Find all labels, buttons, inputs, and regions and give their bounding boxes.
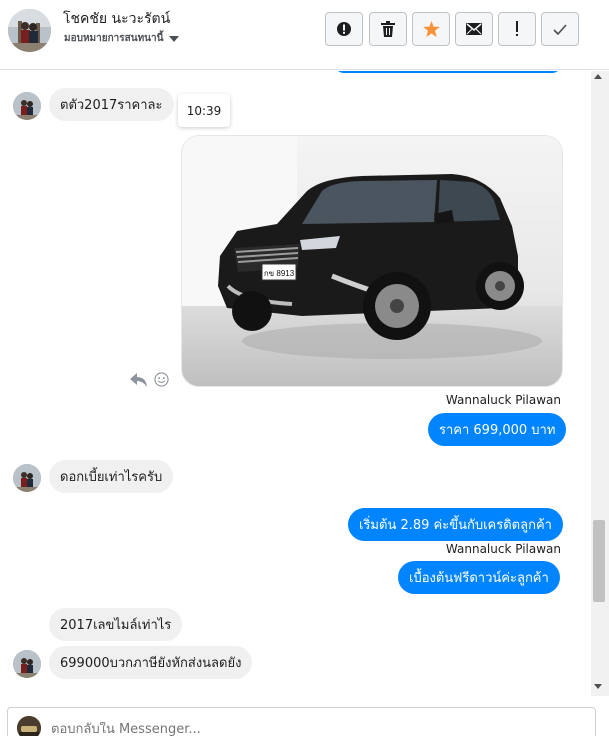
outgoing-message[interactable]: เบื้องต้นฟรีดาวน์ค่ะลูกค้า xyxy=(398,561,560,594)
conversation-header: โชคชัย นะวะรัตน์ มอบหมายการสนทนานี้ xyxy=(0,0,609,70)
contact-name[interactable]: โชคชัย นะวะรัตน์ xyxy=(63,8,170,30)
previous-outgoing-message[interactable] xyxy=(334,71,562,73)
page-avatar xyxy=(17,716,41,736)
messenger-inbox: โชคชัย นะวะรัตน์ มอบหมายการสนทนานี้ ตตัว… xyxy=(0,0,609,736)
mail-button[interactable] xyxy=(455,12,493,46)
exclamation-icon xyxy=(516,21,518,36)
reply-composer[interactable] xyxy=(7,707,596,736)
incoming-message[interactable]: 2017เลขไมล์เท่าไร xyxy=(49,608,183,641)
star-button[interactable] xyxy=(412,12,450,46)
sender-name: Wannaluck Pilawan xyxy=(445,393,561,407)
contact-avatar-small xyxy=(13,464,41,492)
done-button[interactable] xyxy=(541,12,579,46)
caret-down-icon xyxy=(169,35,180,42)
contact-avatar-small xyxy=(13,92,41,120)
assign-conversation-dropdown[interactable]: มอบหมายการสนทนานี้ xyxy=(64,31,180,46)
delete-button[interactable] xyxy=(369,12,407,46)
star-icon xyxy=(422,21,440,37)
sender-name: Wannaluck Pilawan xyxy=(445,542,561,556)
incoming-message[interactable]: ตตัว2017ราคาละ xyxy=(49,88,174,121)
alert-circle-icon xyxy=(337,22,351,36)
reply-icon[interactable] xyxy=(130,372,148,387)
license-plate: กข 8913 xyxy=(264,269,295,278)
outgoing-message[interactable]: ราคา 699,000 บาท xyxy=(428,413,567,446)
car-photo-attachment[interactable]: กข 8913 xyxy=(181,135,563,387)
check-icon xyxy=(553,23,567,35)
reply-input[interactable] xyxy=(51,722,551,736)
incoming-message[interactable]: 699000บวกภาษียังหักส่งนลดยัง xyxy=(49,646,253,679)
spam-button[interactable] xyxy=(325,12,363,46)
assign-label: มอบหมายการสนทนานี้ xyxy=(64,33,164,44)
contact-avatar[interactable] xyxy=(8,9,51,52)
emoji-reaction-icon[interactable] xyxy=(154,372,169,387)
message-actions xyxy=(130,372,169,387)
incoming-message[interactable]: ดอกเบี้ยเท่าไรครับ xyxy=(49,460,174,493)
scroll-down-arrow-icon[interactable] xyxy=(594,684,602,689)
trash-icon xyxy=(381,21,395,37)
contact-avatar-small xyxy=(13,650,41,678)
time-tooltip: 10:39 xyxy=(178,94,230,127)
envelope-icon xyxy=(466,23,482,35)
important-button[interactable] xyxy=(498,12,536,46)
scroll-up-arrow-icon[interactable] xyxy=(594,74,602,79)
outgoing-message[interactable]: เริ่มต้น 2.89 ค่ะขึ้นกับเครดิตลูกค้า xyxy=(348,508,563,541)
scrollbar-thumb[interactable] xyxy=(593,520,605,602)
scrollbar-track[interactable] xyxy=(591,71,609,696)
